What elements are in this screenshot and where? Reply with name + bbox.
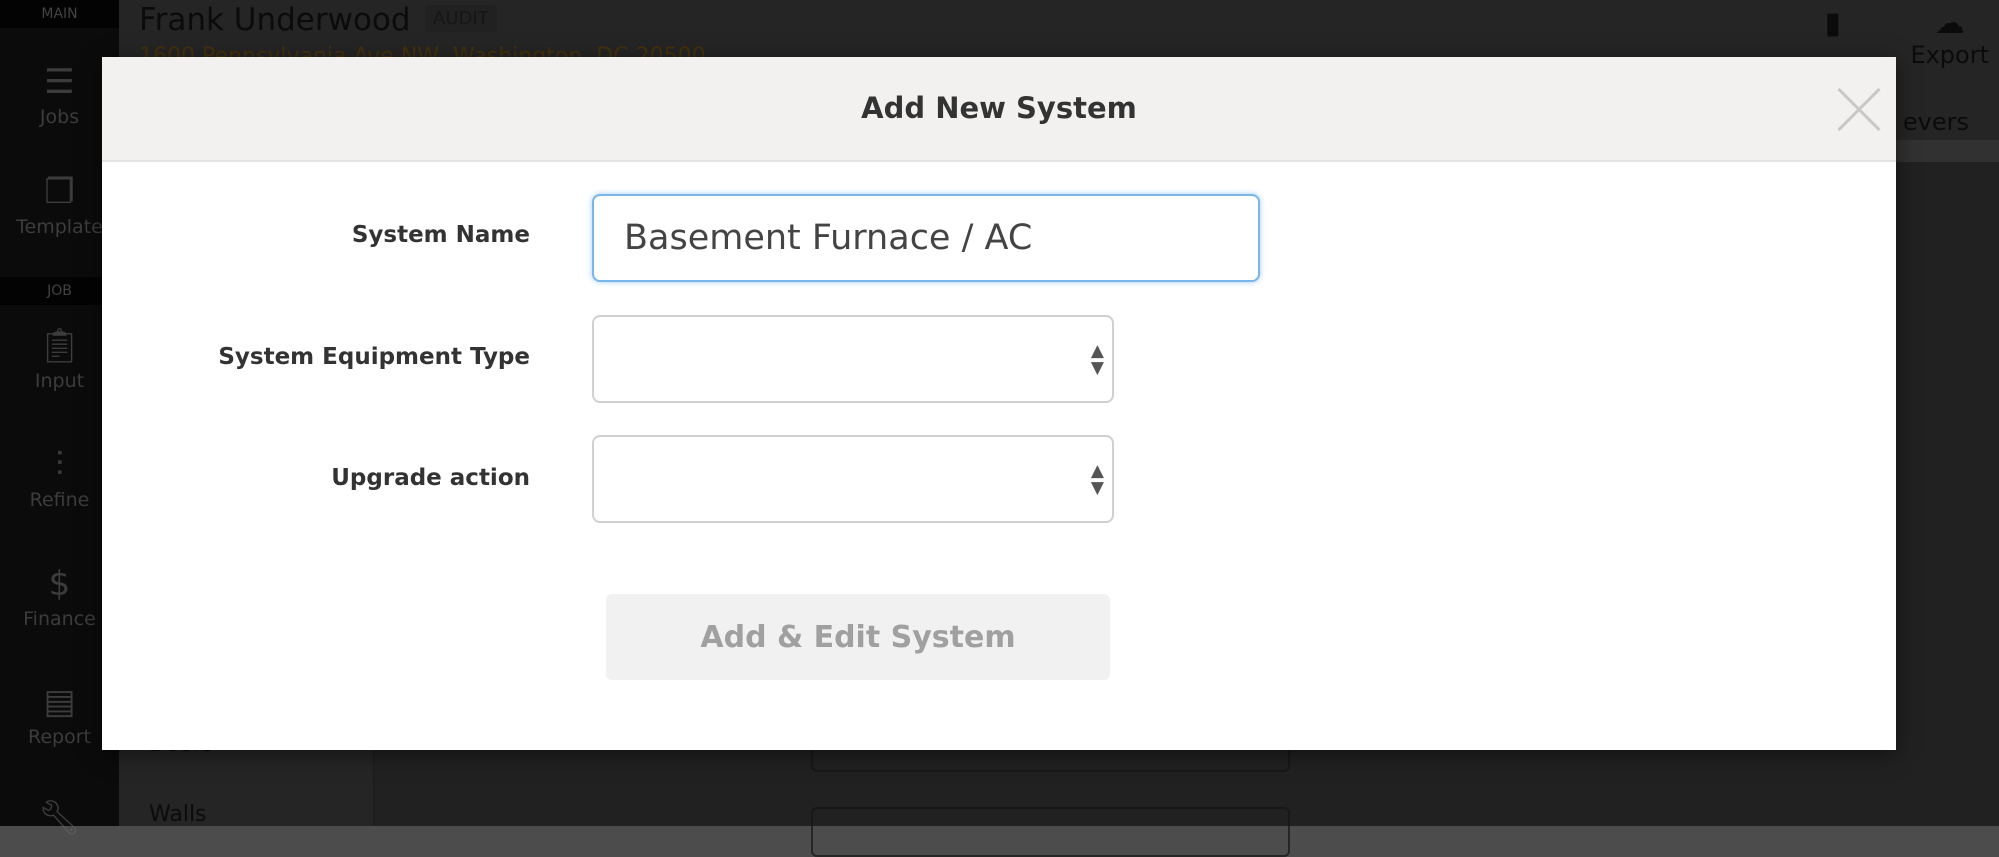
upgrade-action-label: Upgrade action: [331, 465, 530, 491]
add-system-modal: Add New System System Name System Equipm…: [102, 57, 1896, 750]
system-name-label: System Name: [351, 222, 530, 248]
upgrade-action-select[interactable]: ▲ ▼: [592, 435, 1114, 523]
close-icon[interactable]: [1834, 85, 1884, 135]
select-arrows-icon: ▲ ▼: [1090, 461, 1104, 498]
select-arrows-icon: ▲ ▼: [1090, 341, 1104, 378]
modal-title: Add New System: [861, 91, 1137, 125]
modal-header: Add New System: [102, 57, 1896, 162]
equipment-type-select[interactable]: ▲ ▼: [592, 315, 1114, 403]
system-name-input[interactable]: [592, 194, 1260, 282]
equipment-type-label: System Equipment Type: [218, 344, 530, 370]
add-edit-system-button[interactable]: Add & Edit System: [606, 594, 1110, 680]
